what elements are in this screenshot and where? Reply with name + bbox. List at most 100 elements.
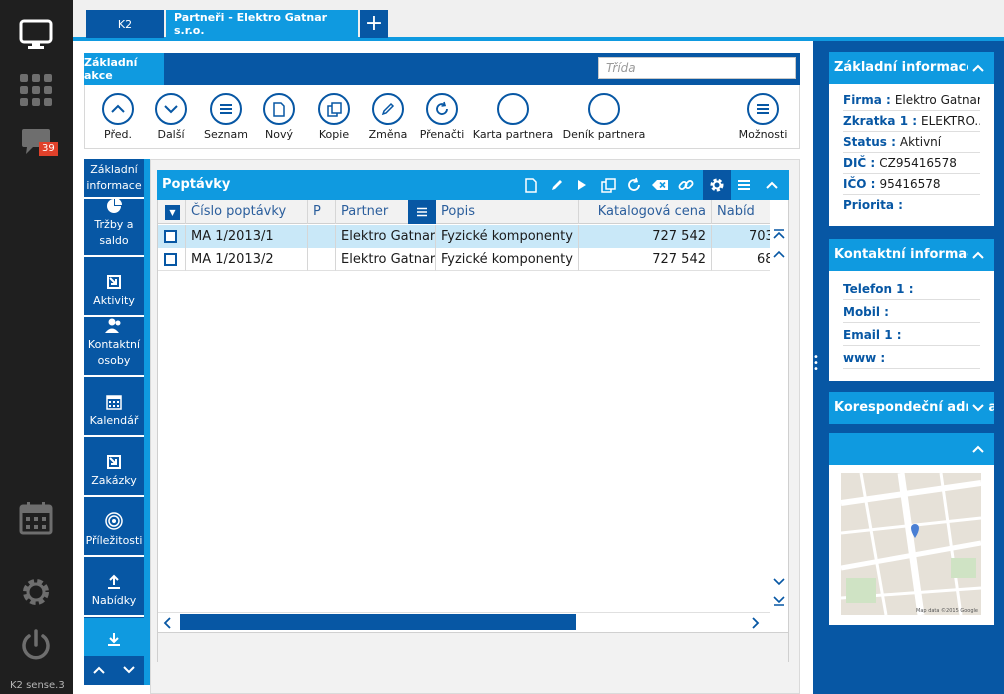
- tab-k2[interactable]: K2: [86, 10, 164, 38]
- copy-button[interactable]: Kopie: [314, 93, 354, 141]
- scroll-top-icon[interactable]: [773, 228, 785, 240]
- add-tab-button[interactable]: +: [360, 10, 388, 38]
- people-icon: [105, 318, 123, 334]
- scroll-up-icon[interactable]: [773, 248, 785, 260]
- field-email: Email 1 :: [843, 325, 980, 346]
- nav-activities[interactable]: Aktivity: [84, 259, 144, 317]
- nav-revenue[interactable]: Tržby a saldo: [84, 198, 144, 257]
- partner-journal-label: Deník partnera: [562, 128, 646, 141]
- map-caption: Map data ©2015 Google: [916, 608, 978, 614]
- list-icon: [210, 93, 242, 125]
- nav-inquiries[interactable]: [84, 618, 144, 656]
- select-all-checkbox[interactable]: ▼: [165, 205, 180, 220]
- pencil-icon[interactable]: [548, 176, 566, 194]
- scroll-right-icon[interactable]: [751, 617, 761, 629]
- new-document-icon: [263, 93, 295, 125]
- nav-revenue-label: Tržby a saldo: [94, 218, 134, 247]
- delete-icon[interactable]: [651, 176, 669, 194]
- nav-contacts[interactable]: Kontaktní osoby: [84, 318, 144, 377]
- chevron-up-icon[interactable]: [968, 239, 988, 271]
- cell-offer[interactable]: 68: [712, 248, 770, 271]
- cell-p[interactable]: [308, 248, 336, 271]
- chevron-down-icon[interactable]: [123, 666, 135, 674]
- chevron-up-icon[interactable]: [93, 666, 105, 674]
- cell-catalog-price[interactable]: 727 542: [579, 248, 712, 271]
- link-icon[interactable]: [677, 176, 695, 194]
- tab-partneri[interactable]: Partneři - Elektro Gatnar s.r.o.: [166, 10, 358, 38]
- settings-icon[interactable]: [16, 572, 56, 612]
- field-value: CZ95416578: [879, 156, 957, 170]
- horizontal-scroll-thumb[interactable]: [180, 614, 576, 630]
- edit-button[interactable]: Změna: [366, 93, 410, 141]
- power-icon[interactable]: [16, 625, 56, 665]
- partner-card-button[interactable]: Karta partnera: [470, 93, 556, 141]
- copy-icon[interactable]: [599, 176, 617, 194]
- partner-card-label: Karta partnera: [472, 128, 554, 141]
- nav-basic-info-label: Základní informace: [86, 163, 142, 192]
- nav-scroll-controls: [84, 656, 144, 684]
- nav-opportunities[interactable]: Příležitosti: [84, 499, 144, 557]
- nav-basic-info[interactable]: Základní informace: [84, 159, 144, 199]
- cell-offer[interactable]: 703: [712, 225, 770, 248]
- column-menu-button[interactable]: [408, 200, 436, 224]
- nav-calendar-label: Kalendář: [89, 414, 139, 427]
- nav-opportunities-label: Příležitosti: [85, 534, 143, 547]
- field-label: DIČ :: [843, 156, 876, 170]
- field-label: Email 1 :: [843, 328, 902, 342]
- desktop-icon[interactable]: [16, 15, 56, 55]
- nav-offers[interactable]: Nabídky: [84, 559, 144, 617]
- scroll-left-icon[interactable]: [162, 617, 172, 629]
- apps-grid-icon[interactable]: [16, 70, 56, 110]
- options-button[interactable]: Možnosti: [735, 93, 791, 141]
- field-label: Status :: [843, 135, 896, 149]
- gear-icon[interactable]: [708, 176, 726, 194]
- field-phone: Telefon 1 :: [843, 279, 980, 300]
- vertical-scrollbar[interactable]: [770, 224, 788, 612]
- cell-partner[interactable]: Elektro Gatnar: [336, 248, 436, 271]
- field-label: Priorita :: [843, 198, 903, 212]
- reload-label: Přenačti: [419, 128, 465, 141]
- copy-label: Kopie: [318, 128, 350, 141]
- col-number[interactable]: Číslo poptávky: [186, 200, 308, 224]
- cell-description[interactable]: Fyzické komponenty: [436, 225, 579, 248]
- basic-actions-tab[interactable]: Základní akce: [84, 53, 164, 85]
- refresh-icon[interactable]: [625, 176, 643, 194]
- partner-journal-button[interactable]: Deník partnera: [560, 93, 648, 141]
- col-catalog-price[interactable]: Katalogová cena: [579, 200, 712, 224]
- options-label: Možnosti: [738, 128, 788, 141]
- nav-calendar[interactable]: Kalendář: [84, 379, 144, 437]
- list-button[interactable]: Seznam: [200, 93, 252, 141]
- field-value: 95416578: [879, 177, 941, 191]
- list-label: Seznam: [204, 128, 248, 141]
- next-button[interactable]: Další: [153, 93, 189, 141]
- prev-button[interactable]: Před.: [100, 93, 136, 141]
- calendar-icon[interactable]: [16, 498, 56, 538]
- cell-catalog-price[interactable]: 727 542: [579, 225, 712, 248]
- location-map[interactable]: Map data ©2015 Google: [841, 473, 981, 615]
- row-checkbox[interactable]: [164, 253, 177, 266]
- cell-partner[interactable]: Elektro Gatnar: [336, 225, 436, 248]
- col-p[interactable]: P: [308, 200, 336, 224]
- play-icon[interactable]: [573, 176, 591, 194]
- col-description[interactable]: Popis: [436, 200, 579, 224]
- collapse-icon[interactable]: [763, 176, 781, 194]
- chevron-down-icon[interactable]: [968, 392, 988, 424]
- new-button[interactable]: Nový: [260, 93, 298, 141]
- cell-description[interactable]: Fyzické komponenty: [436, 248, 579, 271]
- class-input[interactable]: Třída: [598, 57, 796, 79]
- reload-button[interactable]: Přenačti: [418, 93, 466, 141]
- nav-orders[interactable]: Zakázky: [84, 439, 144, 497]
- nav-offers-label: Nabídky: [91, 594, 137, 607]
- cell-p[interactable]: [308, 225, 336, 248]
- new-document-icon[interactable]: [522, 176, 540, 194]
- chevron-up-icon[interactable]: [968, 52, 988, 84]
- menu-icon[interactable]: [735, 176, 753, 194]
- chevron-up-icon[interactable]: [968, 433, 988, 465]
- circle-icon: [497, 93, 529, 125]
- cell-number[interactable]: MA 1/2013/1: [186, 225, 308, 248]
- cell-number[interactable]: MA 1/2013/2: [186, 248, 308, 271]
- col-offer[interactable]: Nabíd: [712, 200, 770, 224]
- scroll-bottom-icon[interactable]: [773, 595, 785, 607]
- row-checkbox[interactable]: [164, 230, 177, 243]
- scroll-down-icon[interactable]: [773, 576, 785, 588]
